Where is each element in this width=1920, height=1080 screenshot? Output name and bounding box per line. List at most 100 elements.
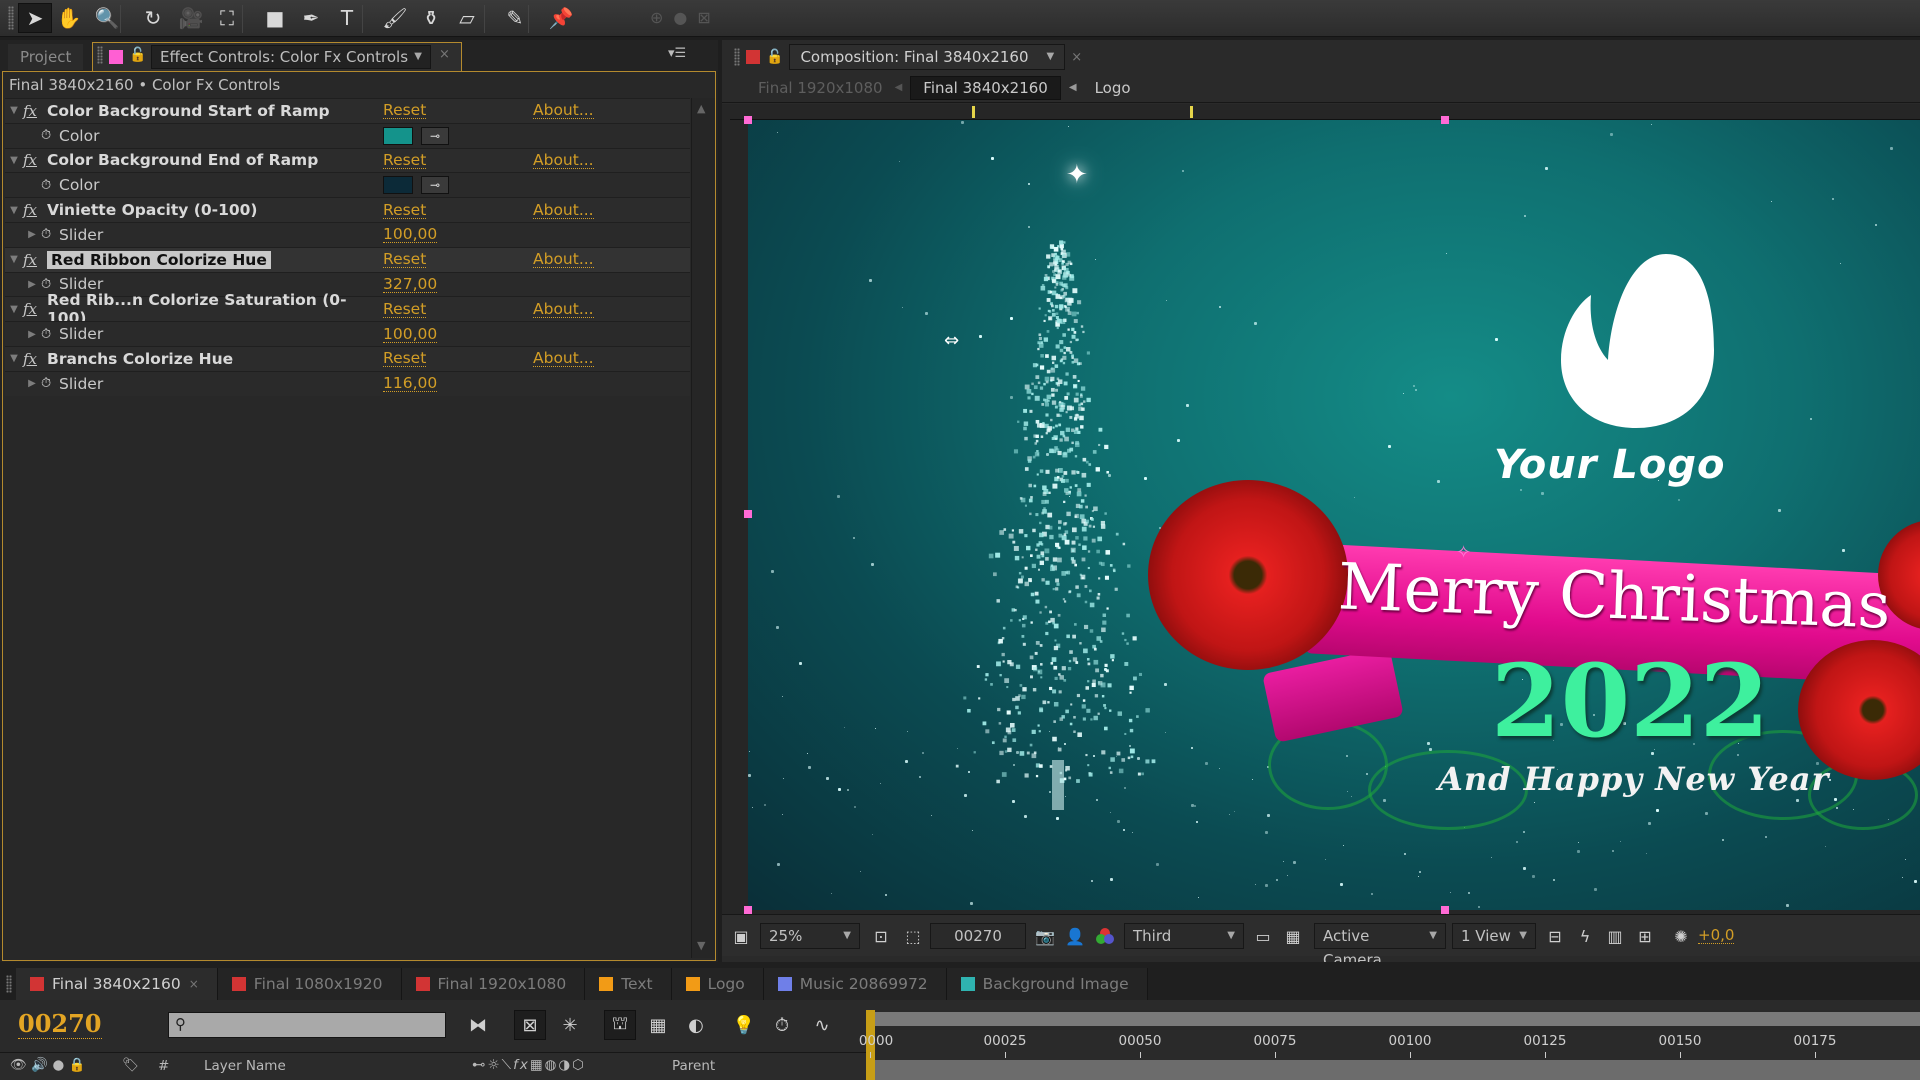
frame-blending-icon[interactable]: ▦ — [642, 1010, 674, 1040]
close-icon[interactable]: × — [1071, 50, 1082, 65]
flowchart-icon[interactable]: ⊞ — [1632, 923, 1658, 949]
color-swatch[interactable] — [383, 126, 413, 145]
close-icon[interactable]: × — [439, 47, 450, 62]
tab-project[interactable]: Project — [8, 44, 84, 70]
panel-grip[interactable] — [734, 48, 740, 66]
panel-grip[interactable] — [6, 975, 12, 993]
tab-composition[interactable]: 🔓 Composition: Final 3840x2160 ▼ × — [734, 42, 1082, 72]
layer-handle[interactable] — [744, 906, 752, 914]
stopwatch-icon[interactable]: ⏱ — [41, 327, 59, 342]
fx-toggle-icon[interactable]: fx — [23, 350, 47, 368]
current-time-display[interactable]: 00270 — [18, 1010, 102, 1039]
zoom-tool-button[interactable]: 🔍 — [90, 3, 124, 33]
always-preview-icon[interactable]: ▣ — [728, 923, 754, 949]
stopwatch-icon[interactable]: ⏱ — [41, 128, 59, 143]
pan-behind-tool-button[interactable]: ⛶ — [210, 3, 244, 33]
disclosure-triangle-icon[interactable]: ▼ — [5, 205, 23, 216]
type-tool-button[interactable]: T — [330, 3, 364, 33]
fx-toggle-icon[interactable]: fx — [23, 300, 47, 318]
stopwatch-icon[interactable]: ⏱ — [41, 277, 59, 292]
live-update-icon[interactable]: ⊠ — [514, 1010, 546, 1040]
comp-mini-flowchart-icon[interactable]: ⧓ — [462, 1010, 494, 1040]
layer-search-input[interactable]: ⚲ — [168, 1012, 446, 1038]
roto-brush-tool-button[interactable]: ✎ — [498, 3, 532, 33]
reset-link[interactable]: Reset — [383, 251, 427, 269]
show-snapshot-icon[interactable]: 👤 — [1062, 923, 1088, 949]
expand-triangle-icon[interactable]: ▶ — [23, 378, 41, 389]
effect-name[interactable]: Color Background End of Ramp — [47, 151, 377, 169]
current-time-field[interactable]: 00270 — [930, 923, 1026, 949]
eraser-tool-button[interactable]: ▱ — [450, 3, 484, 33]
scroll-up-arrow-icon[interactable]: ▲ — [697, 102, 705, 115]
effect-row[interactable]: ▼ fx Red Rib...n Colorize Saturation (0-… — [5, 291, 690, 327]
disclosure-triangle-icon[interactable]: ▼ — [5, 155, 23, 166]
about-link[interactable]: About... — [533, 152, 594, 169]
panel-grip[interactable] — [97, 46, 103, 64]
graph-editor-icon[interactable]: ∿ — [806, 1010, 838, 1040]
timeline-toggle-icon[interactable]: ▥ — [1602, 923, 1628, 949]
slider-value[interactable]: 116,00 — [383, 375, 438, 393]
exposure-icon[interactable]: ✺ — [1668, 923, 1694, 949]
disclosure-triangle-icon[interactable]: ▼ — [5, 353, 23, 364]
about-link[interactable]: About... — [533, 102, 594, 120]
stopwatch-icon[interactable]: ⏱ — [41, 178, 59, 193]
layer-name-header[interactable]: Layer Name — [204, 1058, 286, 1074]
expand-triangle-icon[interactable]: ▶ — [23, 279, 41, 290]
close-icon[interactable]: × — [189, 977, 199, 991]
timeline-tab[interactable]: Final 1920x1080 — [401, 968, 586, 1000]
resolution-dropdown[interactable]: Third ▼ — [1124, 923, 1244, 949]
about-link[interactable]: About... — [533, 301, 594, 318]
expand-triangle-icon[interactable]: ▶ — [23, 329, 41, 340]
effect-row[interactable]: ▼ fx Branchs Colorize Hue Reset About... — [5, 345, 690, 371]
vertical-scrollbar[interactable]: ▲ ▼ — [691, 98, 715, 958]
timeline-tab[interactable]: Music 20869972 — [763, 968, 947, 1000]
pixel-aspect-icon[interactable]: ⊟ — [1542, 923, 1568, 949]
flow-item-final-1920[interactable]: Final 1920x1080 — [746, 79, 895, 97]
work-area-bar[interactable] — [866, 1012, 1920, 1026]
fx-toggle-icon[interactable]: fx — [23, 201, 47, 219]
flow-item-final-3840[interactable]: Final 3840x2160 — [910, 75, 1061, 100]
fx-toggle-icon[interactable]: fx — [23, 151, 47, 169]
expand-triangle-icon[interactable]: ▶ — [23, 229, 41, 240]
snapshot-camera-icon[interactable]: 📷 — [1032, 923, 1058, 949]
slider-value[interactable]: 327,00 — [383, 276, 438, 293]
pen-tool-button[interactable]: ✒ — [294, 3, 328, 33]
color-swatch[interactable] — [383, 176, 413, 195]
slider-value[interactable]: 100,00 — [383, 226, 438, 244]
auto-keyframe-icon[interactable]: ⏱ — [766, 1010, 798, 1040]
layer-handle[interactable] — [1441, 906, 1449, 914]
disclosure-triangle-icon[interactable]: ▼ — [5, 304, 23, 315]
timeline-tab[interactable]: Text — [585, 968, 672, 1000]
effect-name[interactable]: Viniette Opacity (0-100) — [47, 201, 377, 219]
reset-link[interactable]: Reset — [383, 152, 427, 169]
reset-link[interactable]: Reset — [383, 102, 427, 120]
timeline-tab[interactable]: Final 1080x1920 — [217, 968, 402, 1000]
timeline-tab[interactable]: Final 3840x2160 × — [16, 968, 218, 1000]
layer-duration-bar[interactable] — [866, 1060, 1920, 1080]
scroll-down-arrow-icon[interactable]: ▼ — [697, 939, 705, 952]
slider-value[interactable]: 100,00 — [383, 326, 438, 343]
lock-icon[interactable]: 🔓 — [766, 49, 783, 65]
disclosure-triangle-icon[interactable]: ▼ — [5, 105, 23, 116]
eyedropper-icon[interactable]: ⊸ — [421, 176, 449, 195]
region-of-interest-icon[interactable]: ▭ — [1250, 923, 1276, 949]
channel-rgb-icon[interactable] — [1092, 923, 1118, 949]
effect-row[interactable]: ▼ fx Viniette Opacity (0-100) Reset Abou… — [5, 197, 690, 222]
timeline-tab[interactable]: Background Image — [946, 968, 1148, 1000]
mask-visibility-icon[interactable]: ⬚ — [900, 923, 926, 949]
effect-name[interactable]: Red Ribbon Colorize Hue — [47, 250, 271, 269]
transparency-grid-icon[interactable]: ▦ — [1280, 923, 1306, 949]
layer-handle[interactable] — [1441, 116, 1449, 124]
about-link[interactable]: About... — [533, 251, 594, 269]
eyedropper-icon[interactable]: ⊸ — [421, 126, 449, 145]
fx-toggle-icon[interactable]: fx — [23, 102, 47, 120]
composition-dropdown[interactable]: Composition: Final 3840x2160 ▼ — [789, 44, 1066, 70]
exposure-value[interactable]: +0,0 — [1698, 927, 1735, 944]
layer-handle[interactable] — [744, 510, 752, 518]
magnification-dropdown[interactable]: 25% ▼ — [760, 923, 860, 949]
effect-row[interactable]: ▼ fx Color Background End of Ramp Reset … — [5, 147, 690, 173]
time-ruler[interactable]: 0000 00025 00050 00075 00100 00125 00150 00175 — [859, 1002, 1920, 1080]
motion-blur-icon[interactable]: ◐ — [680, 1010, 712, 1040]
hand-tool-button[interactable]: ✋ — [52, 3, 86, 33]
about-link[interactable]: About... — [533, 202, 594, 219]
